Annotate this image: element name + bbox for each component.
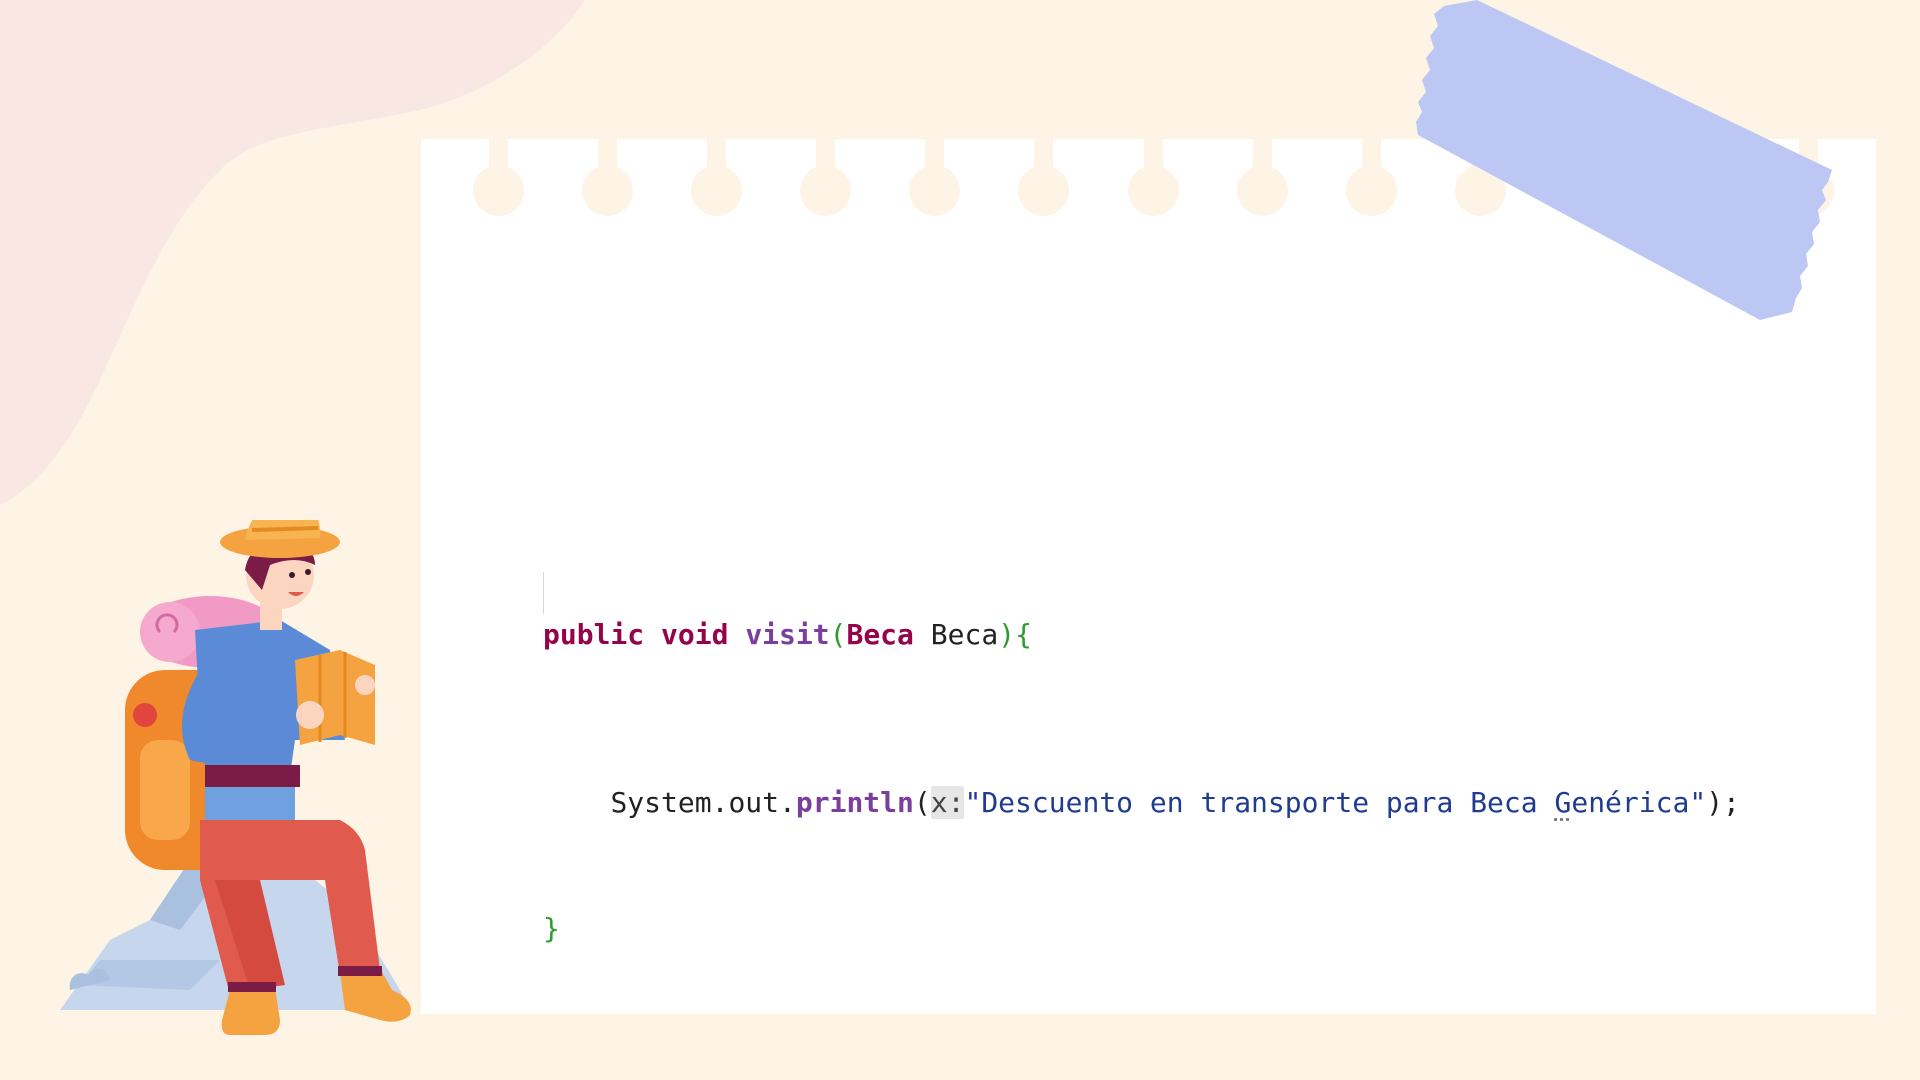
traveler-illustration [60, 520, 411, 1035]
keyword-public: public [543, 618, 645, 651]
open-paren: ( [829, 618, 847, 651]
keyword-void: void [661, 618, 729, 651]
binding-hole [1237, 139, 1288, 219]
method-name-visit: visit [745, 618, 830, 651]
receiver: System.out. [610, 786, 796, 819]
method-name-println: println [795, 786, 914, 819]
close-paren: ) [998, 618, 1016, 651]
open-brace: { [1015, 618, 1032, 651]
string-literal-part1: "Descuento en transporte para Beca [964, 786, 1555, 819]
binding-hole [909, 139, 960, 219]
binding-hole [691, 139, 742, 219]
binding-hole [1018, 139, 1069, 219]
statement-close: ); [1706, 786, 1740, 819]
binding-hole [800, 139, 851, 219]
code-line-close: } [543, 908, 1740, 950]
binding-hole [582, 139, 633, 219]
code-line-method-signature: public void visit(Beca Beca){ [543, 614, 1740, 656]
binding-hole [1346, 139, 1397, 219]
binding-hole [1128, 139, 1179, 219]
string-literal-part2: enérica" [1571, 786, 1707, 819]
parameter-name: Beca [930, 618, 999, 651]
parameter-hint: x: [930, 786, 965, 819]
washi-tape [1416, 0, 1832, 320]
indent-guide [543, 572, 544, 614]
code-snippet: public void visit(Beca Beca){ System.out… [543, 530, 1740, 992]
code-line-println: System.out.println(x:"Descuento en trans… [543, 782, 1740, 824]
println-open-paren: ( [913, 786, 931, 819]
parameter-type: Beca [846, 618, 914, 651]
binding-hole [473, 139, 524, 219]
close-brace: } [543, 912, 560, 945]
string-literal-warning: G [1554, 786, 1572, 819]
